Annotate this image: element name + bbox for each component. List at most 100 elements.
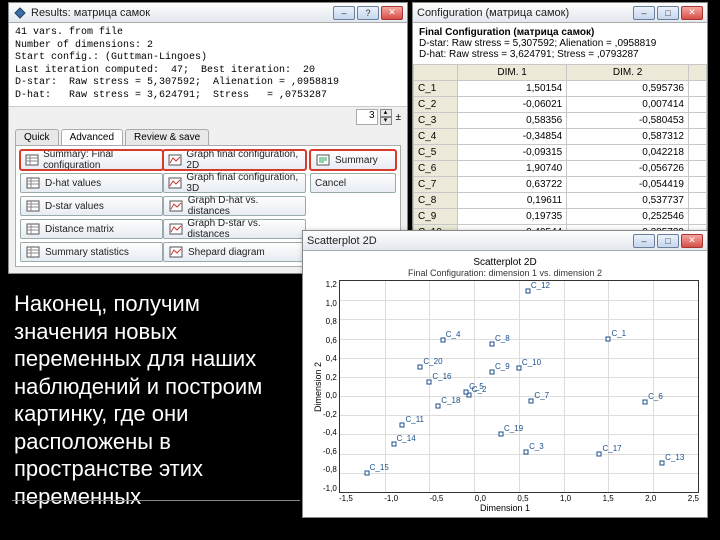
configuration-window: Configuration (матрица самок) – □ ✕ Fina… (412, 2, 708, 242)
data-point[interactable] (464, 390, 469, 395)
sc-close-button[interactable]: ✕ (681, 234, 703, 248)
cfg-head-line2: D-star: Raw stress = 5,307592; Alienatio… (419, 38, 701, 49)
mid-btn-3[interactable]: Graph D-star vs. distances (163, 219, 306, 239)
data-point[interactable] (364, 470, 369, 475)
x-tick: -1,5 (339, 494, 353, 503)
sc-maximize-button[interactable]: □ (657, 234, 679, 248)
graph-icon (168, 153, 182, 167)
sc-minimize-button[interactable]: – (633, 234, 655, 248)
data-point[interactable] (427, 379, 432, 384)
minimize-button[interactable]: – (333, 6, 355, 20)
grid-row-header: C_9 (414, 209, 458, 225)
data-point[interactable] (606, 336, 611, 341)
data-point[interactable] (524, 449, 529, 454)
grid-cell: 0,19611 (458, 193, 567, 209)
cfg-minimize-button[interactable]: – (633, 6, 655, 20)
tab-quick[interactable]: Quick (15, 129, 59, 145)
data-point-label: C_14 (397, 434, 416, 443)
data-point[interactable] (391, 442, 396, 447)
configuration-titlebar[interactable]: Configuration (матрица самок) – □ ✕ (413, 3, 707, 23)
data-point-label: C_16 (432, 372, 451, 381)
graph-icon (168, 222, 183, 236)
data-point-label: C_7 (534, 391, 549, 400)
left-btn-0[interactable]: Summary: Final configuration (20, 150, 163, 170)
y-tick: 0,6 (326, 336, 337, 345)
mid-btn-1[interactable]: Graph final configuration, 3D (163, 173, 306, 193)
scatter-title: Scatterplot 2D (307, 235, 633, 247)
dimensions-suffix: ± (396, 112, 402, 123)
grid-row[interactable]: C_2-0,060210,007414 (414, 97, 707, 113)
summary-button[interactable]: Summary (310, 150, 396, 170)
dimensions-value[interactable]: 3 (356, 109, 378, 125)
grid-row[interactable]: C_4-0,348540,587312 (414, 129, 707, 145)
left-btn-label: D-star values (45, 201, 104, 212)
help-button[interactable]: ? (357, 6, 379, 20)
grid-row[interactable]: C_11,501540,595736 (414, 81, 707, 97)
sheet-icon (25, 176, 41, 190)
left-btn-4[interactable]: Summary statistics (20, 242, 163, 262)
grid-row[interactable]: C_61,90740-0,056726 (414, 161, 707, 177)
scatter-plot[interactable]: C_1 C_2 C_3 C_4 C_5 C_6 C_7 C_8 C_9 C_10… (339, 280, 699, 493)
data-point[interactable] (440, 337, 445, 342)
data-point-label: C_11 (405, 415, 424, 424)
cfg-close-button[interactable]: ✕ (681, 6, 703, 20)
left-btn-label: Summary statistics (45, 247, 129, 258)
grid-row[interactable]: C_70,63722-0,054419 (414, 177, 707, 193)
cancel-button[interactable]: Cancel (310, 173, 396, 193)
tab-review[interactable]: Review & save (125, 129, 209, 145)
data-point[interactable] (400, 422, 405, 427)
data-point-label: C_6 (648, 392, 663, 401)
grid-row[interactable]: C_90,197350,252546 (414, 209, 707, 225)
grid-row[interactable]: C_5-0,093150,042218 (414, 145, 707, 161)
data-point-label: C_19 (504, 424, 523, 433)
mid-btn-4[interactable]: Shepard diagram (163, 242, 306, 262)
data-point[interactable] (418, 365, 423, 370)
spin-up[interactable]: ▴ (380, 109, 392, 117)
cfg-maximize-button[interactable]: □ (657, 6, 679, 20)
slide-paragraph: Наконец, получим значения новых переменн… (14, 290, 294, 510)
scatter-titlebar[interactable]: Scatterplot 2D – □ ✕ (303, 231, 707, 251)
grid-cell: 0,007414 (567, 97, 689, 113)
data-point-label: C_4 (446, 330, 461, 339)
x-axis-label: Dimension 1 (311, 503, 699, 513)
close-button[interactable]: ✕ (381, 6, 403, 20)
data-point[interactable] (490, 370, 495, 375)
left-btn-2[interactable]: D-star values (20, 196, 163, 216)
grid-cell: 1,90740 (458, 161, 567, 177)
data-point-label: C_13 (665, 453, 684, 462)
y-tick: 0,8 (326, 317, 337, 326)
data-point-label: C_9 (495, 362, 510, 371)
data-point[interactable] (529, 398, 534, 403)
grid-row-header: C_3 (414, 113, 458, 129)
mid-btn-2[interactable]: Graph D-hat vs. distances (163, 196, 306, 216)
grid-row[interactable]: C_30,58356-0,580453 (414, 113, 707, 129)
grid-row-header: C_4 (414, 129, 458, 145)
y-tick: 0,2 (326, 373, 337, 382)
left-btn-1[interactable]: D-hat values (20, 173, 163, 193)
mid-btn-0[interactable]: Graph final configuration, 2D (163, 150, 306, 170)
data-point[interactable] (498, 432, 503, 437)
data-point[interactable] (660, 461, 665, 466)
data-point[interactable] (436, 403, 441, 408)
grid-row[interactable]: C_80,196110,537737 (414, 193, 707, 209)
configuration-grid[interactable]: DIM. 1DIM. 2C_11,501540,595736C_2-0,0602… (413, 64, 707, 241)
cfg-head-line1: Final Configuration (матрица самок) (419, 27, 701, 38)
grid-cell: 0,042218 (567, 145, 689, 161)
x-tick: -0,5 (430, 494, 444, 503)
data-point[interactable] (516, 366, 521, 371)
grid-cell: 0,19735 (458, 209, 567, 225)
results-titlebar[interactable]: Results: матрица самок – ? ✕ (9, 3, 407, 23)
grid-cell: -0,34854 (458, 129, 567, 145)
left-btn-3[interactable]: Distance matrix (20, 219, 163, 239)
grid-cell: 0,537737 (567, 193, 689, 209)
x-tick: 0,0 (475, 494, 486, 503)
data-point[interactable] (525, 288, 530, 293)
grid-row-header: C_1 (414, 81, 458, 97)
scatter-window: Scatterplot 2D – □ ✕ Scatterplot 2D Fina… (302, 230, 708, 518)
spin-down[interactable]: ▾ (380, 117, 392, 125)
y-axis-label: Dimension 2 (311, 280, 323, 493)
tab-advanced[interactable]: Advanced (61, 129, 123, 145)
data-point[interactable] (597, 451, 602, 456)
data-point[interactable] (643, 399, 648, 404)
data-point[interactable] (490, 342, 495, 347)
